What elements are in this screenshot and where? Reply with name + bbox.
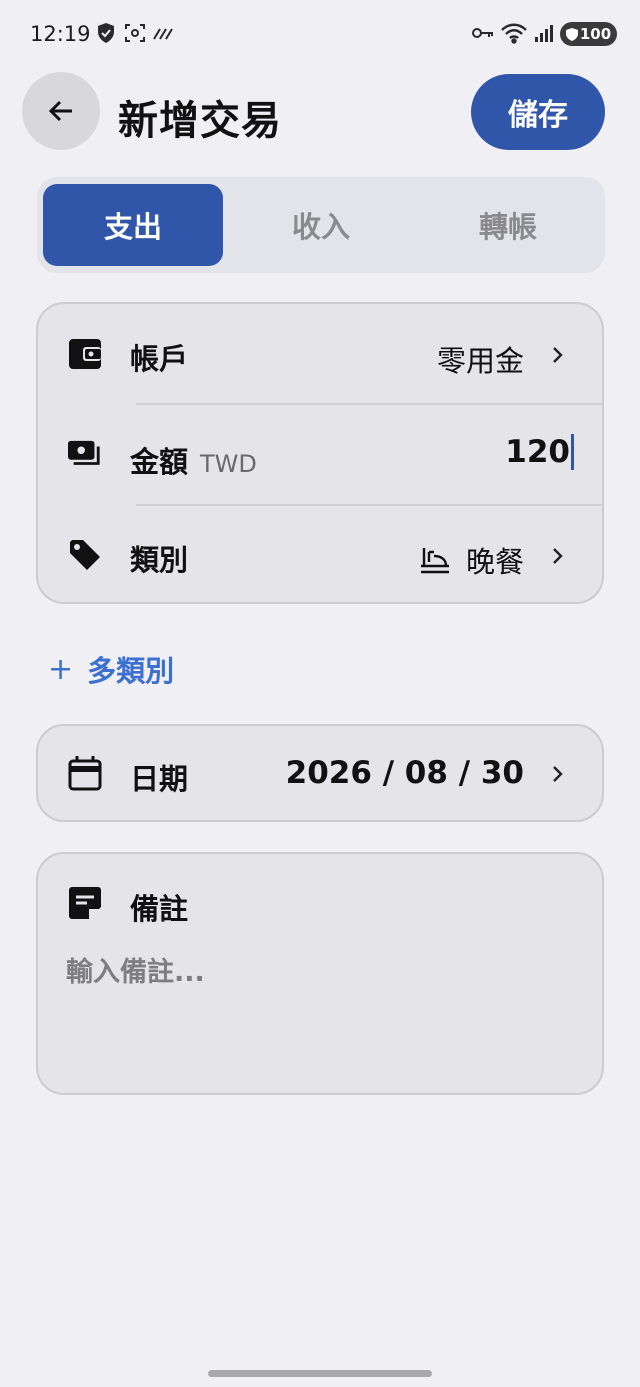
nfc-icon	[152, 22, 174, 44]
save-button[interactable]: 儲存	[471, 74, 605, 150]
chevron-right-icon	[553, 347, 563, 363]
status-bar: 12:19 100	[0, 0, 640, 68]
money-icon	[68, 438, 102, 472]
battery-shield-icon	[565, 27, 578, 41]
currency-code: TWD	[200, 450, 257, 478]
chevron-right-icon	[553, 548, 563, 564]
amount-input[interactable]: 120	[505, 434, 574, 470]
category-value-text: 晚餐	[465, 545, 524, 579]
shield-icon	[96, 22, 116, 44]
category-label: 類別	[130, 543, 189, 577]
plus-icon: +	[48, 651, 74, 687]
status-time: 12:19	[30, 22, 91, 46]
account-value: 零用金	[436, 344, 524, 378]
screenshot-icon	[124, 22, 146, 44]
date-value: 2026 / 08 / 30	[285, 755, 524, 791]
amount-value: 120	[505, 434, 570, 470]
signal-icon	[534, 22, 554, 44]
account-label: 帳戶	[130, 342, 189, 376]
key-icon	[472, 22, 494, 44]
wallet-icon	[68, 337, 102, 371]
add-multi-category-link[interactable]: + 多類別	[48, 648, 174, 690]
battery-indicator: 100	[560, 22, 617, 46]
tab-income[interactable]: 收入	[231, 184, 411, 266]
tab-transfer[interactable]: 轉帳	[418, 184, 598, 266]
note-label: 備註	[130, 892, 189, 926]
back-button[interactable]	[22, 72, 100, 150]
note-card: 備註 輸入備註...	[36, 852, 604, 1095]
battery-level: 100	[579, 25, 612, 43]
transaction-form-card: 帳戶 零用金 金額 TWD 120 類別 晚餐	[36, 302, 604, 604]
wifi-icon	[500, 22, 528, 44]
arrow-left-icon	[48, 100, 72, 122]
date-label: 日期	[130, 762, 189, 796]
category-value: 晚餐	[420, 539, 524, 581]
note-input[interactable]: 輸入備註...	[66, 950, 205, 989]
account-row[interactable]: 帳戶 零用金	[38, 304, 602, 404]
dinner-icon	[420, 546, 450, 581]
home-indicator[interactable]	[208, 1370, 432, 1377]
calendar-icon	[68, 756, 102, 791]
tag-icon	[68, 538, 102, 572]
multi-category-label: 多類別	[87, 654, 175, 688]
amount-row[interactable]: 金額 TWD 120	[38, 404, 602, 504]
note-icon	[68, 886, 102, 920]
amount-label-text: 金額	[130, 445, 189, 479]
amount-label: 金額 TWD	[130, 439, 257, 481]
page-title: 新增交易	[118, 98, 282, 144]
transaction-type-tabs: 支出 收入 轉帳	[37, 177, 605, 273]
chevron-right-icon	[553, 766, 563, 782]
date-row[interactable]: 日期 2026 / 08 / 30	[36, 724, 604, 822]
text-cursor	[571, 434, 574, 470]
category-row[interactable]: 類別 晚餐	[38, 505, 602, 605]
tab-expense[interactable]: 支出	[43, 184, 223, 266]
